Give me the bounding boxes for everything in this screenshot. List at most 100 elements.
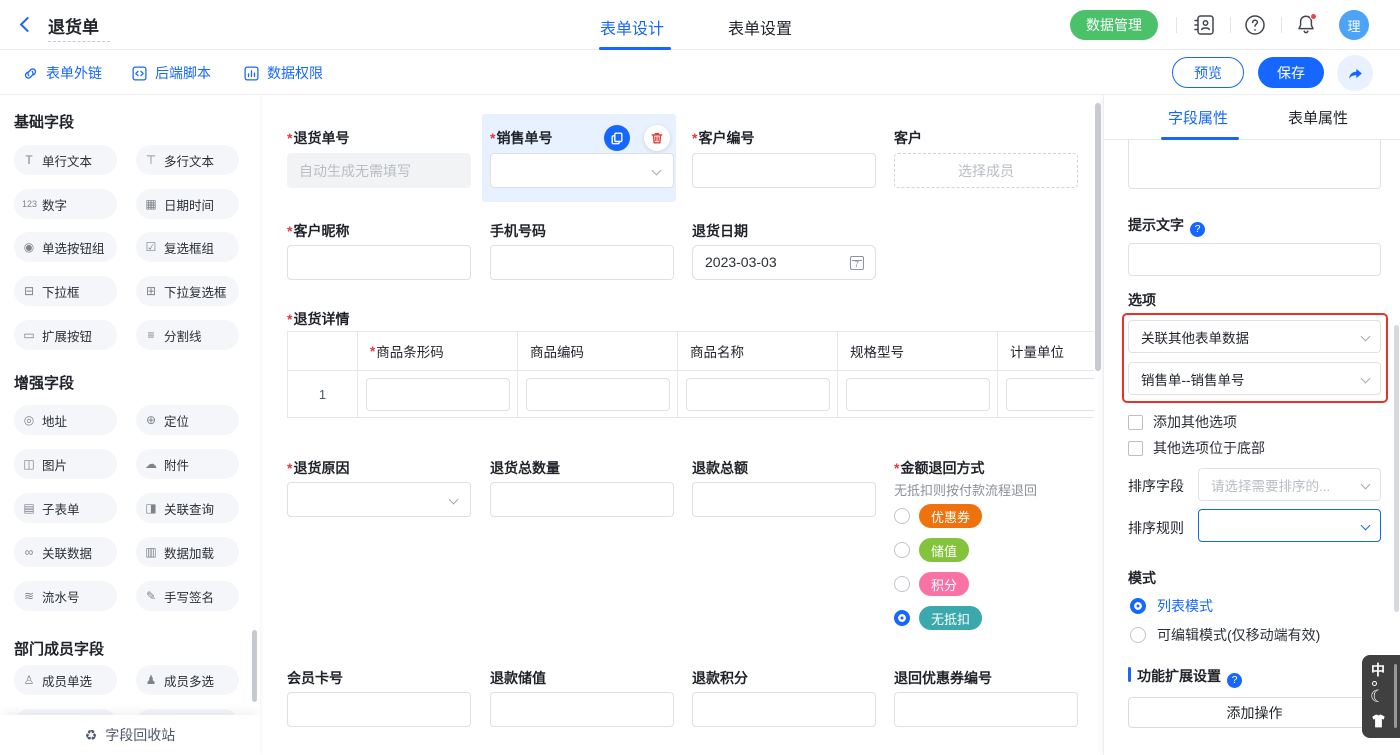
add-action-button[interactable]: 添加操作 (1128, 697, 1381, 728)
refund-points-input[interactable] (692, 692, 876, 727)
field-label-customer[interactable]: 客户 (894, 128, 922, 148)
data-manage-button[interactable]: 数据管理 (1070, 10, 1158, 40)
widget-slider[interactable] (1394, 664, 1397, 728)
product-name-cell-input[interactable] (686, 378, 830, 411)
option-badge[interactable]: 优惠券 (919, 504, 982, 528)
field-label-customer-no[interactable]: *客户编号 (692, 128, 754, 148)
refund-option-stored-value[interactable]: 储值 (894, 537, 969, 563)
palette-item-radio-group[interactable]: ◉单选按钮组 (14, 232, 117, 262)
palette-item-member-multi[interactable]: ♟成员多选 (136, 665, 239, 695)
checkbox-other-at-bottom[interactable]: 其他选项位于底部 (1128, 438, 1265, 458)
palette-item-linked-data[interactable]: ∞关联数据 (14, 537, 117, 567)
avatar[interactable]: 理 (1339, 10, 1369, 40)
back-icon[interactable] (20, 17, 36, 33)
customer-no-input[interactable] (692, 153, 876, 188)
total-amount-input[interactable] (692, 482, 876, 517)
copy-field-button[interactable] (604, 125, 630, 151)
field-label-refund-points[interactable]: 退款积分 (692, 668, 748, 688)
refund-stored-input[interactable] (490, 692, 674, 727)
spec-model-cell-input[interactable] (846, 378, 990, 411)
checkbox-icon[interactable] (1128, 415, 1143, 430)
unit-cell-input[interactable] (1006, 378, 1094, 411)
nickname-input[interactable] (287, 245, 471, 280)
palette-item-multi-text[interactable]: ⊤多行文本 (136, 145, 239, 175)
palette-item-linked-query[interactable]: ◨关联查询 (136, 493, 239, 523)
palette-item-member-single[interactable]: ♙成员单选 (14, 665, 117, 695)
sidebar-scrollbar[interactable] (252, 630, 257, 702)
column-header-product-code[interactable]: 商品编码 (518, 332, 678, 370)
refund-option-coupon[interactable]: 优惠券 (894, 503, 982, 529)
radio-selected-icon[interactable] (894, 610, 910, 626)
backend-script-link[interactable]: 后端脚本 (131, 63, 211, 83)
share-button[interactable] (1337, 55, 1373, 91)
mode-editable-radio[interactable]: 可编辑模式(仅移动端有效) (1130, 625, 1320, 645)
language-toggle-icon[interactable]: 中 (1371, 660, 1385, 680)
field-label-member-card[interactable]: 会员卡号 (287, 668, 343, 688)
field-label-detail-table[interactable]: *退货详情 (287, 309, 349, 329)
field-label-refund-stored[interactable]: 退款储值 (490, 668, 546, 688)
palette-item-divider[interactable]: ≡分割线 (136, 320, 239, 350)
field-label-phone[interactable]: 手机号码 (490, 221, 546, 241)
theme-shirt-icon[interactable] (1370, 713, 1387, 735)
palette-item-image[interactable]: ◫图片 (14, 449, 117, 479)
field-label-reason[interactable]: *退货原因 (287, 458, 349, 478)
field-label-refund-coupon-no[interactable]: 退回优惠券编号 (894, 668, 992, 688)
data-permission-link[interactable]: 数据权限 (243, 63, 323, 83)
palette-item-subform[interactable]: ▤子表单 (14, 493, 117, 523)
clipped-top-input[interactable] (1128, 140, 1381, 189)
radio-icon[interactable] (1130, 627, 1146, 643)
palette-item-single-text[interactable]: T单行文本 (14, 145, 117, 175)
column-header-unit[interactable]: 计量单位 (998, 332, 1094, 370)
delete-field-button[interactable] (644, 125, 670, 151)
field-label-return-no[interactable]: *退货单号 (287, 128, 349, 148)
option-source-select[interactable]: 关联其他表单数据 (1128, 320, 1381, 353)
checkbox-icon[interactable] (1128, 441, 1143, 456)
tab-form-design[interactable]: 表单设计 (600, 15, 664, 39)
sort-rule-select[interactable] (1198, 509, 1381, 542)
palette-item-data-load[interactable]: ▥数据加载 (136, 537, 239, 567)
radio-selected-icon[interactable] (1130, 598, 1146, 614)
help-icon[interactable] (1243, 13, 1267, 37)
phone-input[interactable] (490, 245, 674, 280)
total-qty-input[interactable] (490, 482, 674, 517)
member-card-input[interactable] (287, 692, 471, 727)
bell-icon[interactable] (1294, 13, 1318, 37)
palette-item-attachment[interactable]: ☁附件 (136, 449, 239, 479)
refund-coupon-no-input[interactable] (894, 692, 1078, 727)
refund-option-no-deduction[interactable]: 无抵扣 (894, 605, 982, 631)
option-badge[interactable]: 积分 (919, 572, 969, 596)
palette-item-datetime[interactable]: ▦日期时间 (136, 189, 239, 219)
refund-option-points[interactable]: 积分 (894, 571, 969, 597)
palette-item-number[interactable]: 123数字 (14, 189, 117, 219)
save-button[interactable]: 保存 (1258, 57, 1324, 88)
radio-icon[interactable] (894, 508, 910, 524)
barcode-cell-input[interactable] (366, 378, 510, 411)
field-label-total-qty[interactable]: 退货总数量 (490, 458, 560, 478)
field-label-nickname[interactable]: *客户昵称 (287, 221, 349, 241)
palette-item-checkbox-group[interactable]: ☑复选框组 (136, 232, 239, 262)
option-field-select[interactable]: 销售单--销售单号 (1128, 362, 1381, 395)
address-book-icon[interactable] (1192, 13, 1216, 37)
tab-form-settings[interactable]: 表单设置 (728, 15, 792, 39)
palette-item-dropdown[interactable]: ⊟下拉框 (14, 276, 117, 306)
hint-text-input[interactable] (1128, 243, 1381, 276)
reason-select[interactable] (287, 482, 471, 517)
canvas-scrollbar[interactable] (1095, 103, 1101, 371)
field-label-sales-no[interactable]: *销售单号 (490, 128, 552, 148)
mode-list-radio[interactable]: 列表模式 (1130, 596, 1213, 616)
column-header-spec-model[interactable]: 规格型号 (838, 332, 998, 370)
help-icon[interactable] (1227, 673, 1242, 688)
field-label-refund-method[interactable]: *金额退回方式 (894, 458, 984, 478)
preview-button[interactable]: 预览 (1172, 57, 1244, 88)
radio-icon[interactable] (894, 576, 910, 592)
dark-mode-moon-icon[interactable]: ☾ (1370, 687, 1385, 707)
return-date-picker[interactable]: 2023-03-03 (692, 245, 876, 280)
product-code-cell-input[interactable] (526, 378, 670, 411)
radio-icon[interactable] (894, 542, 910, 558)
sales-no-select[interactable] (490, 153, 674, 188)
field-label-total-amount[interactable]: 退款总额 (692, 458, 748, 478)
field-recycle-bin[interactable]: ♻ 字段回收站 (0, 715, 260, 755)
tab-field-properties[interactable]: 字段属性 (1168, 107, 1228, 128)
palette-item-serial-number[interactable]: ≋流水号 (14, 581, 117, 611)
help-icon[interactable] (1190, 222, 1205, 237)
